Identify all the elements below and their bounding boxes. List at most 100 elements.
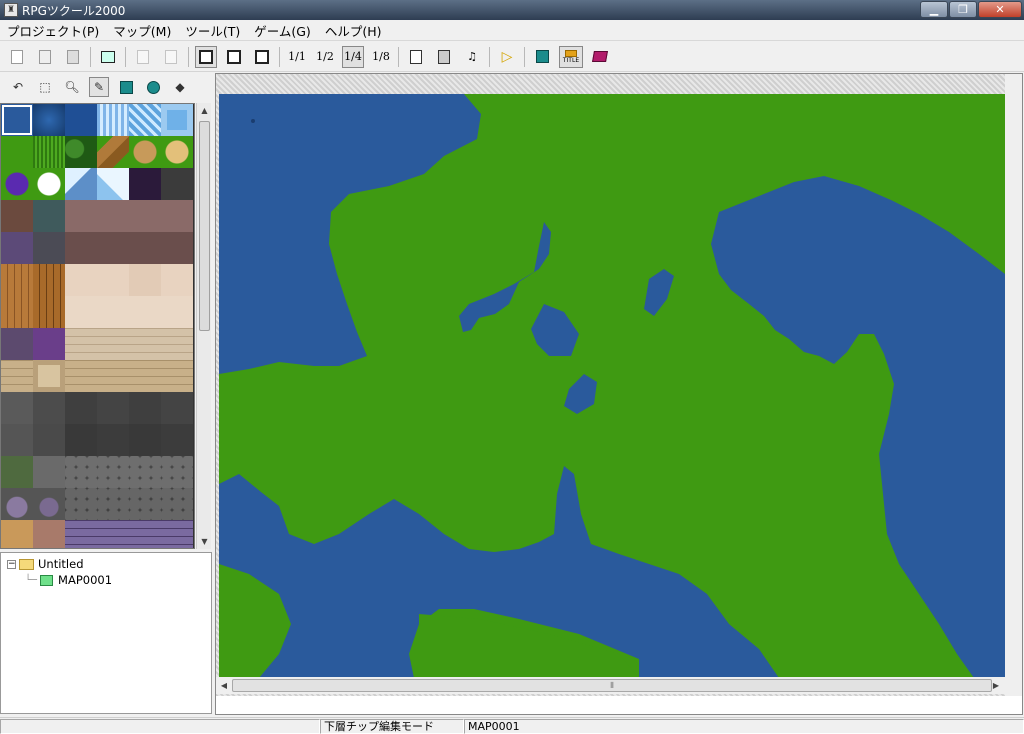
tile-grass[interactable]	[1, 136, 33, 168]
tile-carpet-2[interactable]	[97, 264, 129, 296]
tile-carpet-6[interactable]	[97, 296, 129, 328]
tile-cobblestone-2[interactable]	[97, 456, 129, 488]
tile-cobblestone-3[interactable]	[129, 456, 161, 488]
database-icon[interactable]	[405, 46, 427, 68]
zoom-1-4-button[interactable]: 1/4	[342, 45, 364, 68]
tile-cobble-pink-2[interactable]	[97, 200, 129, 232]
collapse-icon[interactable]: −	[7, 559, 16, 569]
map-horizontal-scrollbar[interactable]: ◀ ⦀ ▶	[216, 677, 1022, 694]
tile-cave-rock-3[interactable]	[129, 392, 161, 424]
tile-cobble-pink[interactable]	[65, 200, 97, 232]
tile-stone-block[interactable]	[65, 328, 97, 360]
tile-wood-3[interactable]	[33, 296, 65, 328]
tile-stone-block-2[interactable]	[97, 328, 129, 360]
tile-wood-door[interactable]	[33, 264, 65, 296]
menu-project[interactable]: プロジェクト(P)	[0, 21, 106, 40]
tile-carpet-4[interactable]	[161, 264, 193, 296]
tile-purple-brick-2[interactable]	[97, 520, 129, 548]
tile-pebbles[interactable]	[33, 456, 65, 488]
tile-cave-spikes[interactable]	[33, 392, 65, 424]
tile-hill[interactable]	[129, 136, 161, 168]
event-layer-icon[interactable]	[251, 46, 273, 68]
tile-ice-water[interactable]	[129, 104, 161, 136]
rectangle-icon[interactable]	[116, 77, 136, 97]
undo-icon[interactable]: ↶	[8, 77, 28, 97]
title-screen-button[interactable]: TITLE	[559, 45, 583, 68]
tile-cave-floor-2[interactable]	[1, 424, 33, 456]
upper-layer-icon[interactable]	[223, 46, 245, 68]
tile-purple-stone[interactable]	[1, 232, 33, 264]
new-project-icon[interactable]	[6, 46, 28, 68]
tile-flower-purple[interactable]	[1, 328, 33, 360]
tile-carpet-5[interactable]	[65, 296, 97, 328]
tile-purple-brick-4[interactable]	[161, 520, 193, 548]
tile-cave-spikes-2[interactable]	[33, 424, 65, 456]
tile-cobblestone-4[interactable]	[161, 456, 193, 488]
tile-cobble-dark-3[interactable]	[129, 232, 161, 264]
tile-cave-rock[interactable]	[65, 392, 97, 424]
music-icon[interactable]: ♫	[461, 46, 483, 68]
help-book-icon[interactable]	[589, 46, 611, 68]
tile-waterfall[interactable]	[97, 104, 129, 136]
tileset-scrollbar[interactable]: ▲ ▼	[196, 103, 211, 549]
tile-wood[interactable]	[1, 264, 33, 296]
tile-snow-mountain[interactable]	[65, 168, 97, 200]
tile-ice-peak[interactable]	[97, 168, 129, 200]
tile-sand-block[interactable]	[1, 360, 33, 392]
tile-cobblestone-5[interactable]	[65, 488, 97, 520]
save-icon[interactable]	[97, 46, 119, 68]
menu-game[interactable]: ゲーム(G)	[247, 21, 318, 40]
tile-pink-floor[interactable]	[33, 520, 65, 548]
tile-cave-rock-8[interactable]	[161, 424, 193, 456]
test-play-icon[interactable]: ▷	[496, 46, 518, 68]
tile-cave-rock-7[interactable]	[129, 424, 161, 456]
tile-carpet-8[interactable]	[161, 296, 193, 328]
tile-sand-hill[interactable]	[161, 136, 193, 168]
map-viewport[interactable]: ▲ ◀ ⦀ ▶	[216, 74, 1022, 696]
scroll-down-icon[interactable]: ▼	[197, 534, 212, 549]
tree-map-node[interactable]: └─ MAP0001	[1, 572, 211, 588]
map-canvas[interactable]	[219, 94, 1005, 678]
tile-flower-purple-2[interactable]	[33, 328, 65, 360]
tile-cobble-pink-4[interactable]	[161, 200, 193, 232]
tile-cobble-pink-3[interactable]	[129, 200, 161, 232]
map-vertical-scrollbar[interactable]: ▲	[1005, 74, 1022, 696]
menu-map[interactable]: マップ(M)	[106, 21, 178, 40]
tile-purple-brick[interactable]	[65, 520, 97, 548]
circle-icon[interactable]	[143, 77, 163, 97]
tile-sand-block-2[interactable]	[65, 360, 97, 392]
close-project-icon[interactable]	[62, 46, 84, 68]
tile-cobble-dark-4[interactable]	[161, 232, 193, 264]
tile-forest[interactable]	[65, 136, 97, 168]
menu-help[interactable]: ヘルプ(H)	[318, 21, 389, 40]
tile-cobblestone-7[interactable]	[129, 488, 161, 520]
tile-boulder[interactable]	[1, 488, 33, 520]
tree-project-node[interactable]: − Untitled	[1, 556, 211, 572]
map-scroll-right-icon[interactable]: ▶	[988, 678, 1004, 694]
tile-grey-stone[interactable]	[33, 232, 65, 264]
tile-sand-tile[interactable]	[33, 360, 65, 392]
minimize-button[interactable]: ▁	[920, 1, 948, 18]
tile-cobblestone-8[interactable]	[161, 488, 193, 520]
tile-cobble-dark-2[interactable]	[97, 232, 129, 264]
paste-icon[interactable]	[160, 46, 182, 68]
tile-wood-2[interactable]	[1, 296, 33, 328]
tile-water[interactable]	[1, 104, 33, 136]
tile-stone-block-4[interactable]	[161, 328, 193, 360]
tile-stone-block-3[interactable]	[129, 328, 161, 360]
tileset-scroll-thumb[interactable]	[199, 121, 210, 331]
tile-cave-rock-4[interactable]	[161, 392, 193, 424]
tile-carpet-3[interactable]	[129, 264, 161, 296]
tile-stone-wall[interactable]	[33, 200, 65, 232]
tile-poison[interactable]	[1, 168, 33, 200]
map-scroll-left-icon[interactable]: ◀	[216, 678, 232, 694]
tile-sand-block-5[interactable]	[161, 360, 193, 392]
tile-boulder-2[interactable]	[33, 488, 65, 520]
restore-button[interactable]: ❐	[949, 1, 977, 18]
zoom-icon[interactable]: 🔍︎	[62, 77, 82, 97]
tile-cave-rock-6[interactable]	[97, 424, 129, 456]
copy-icon[interactable]	[132, 46, 154, 68]
tile-mountain[interactable]	[97, 136, 129, 168]
fill-icon[interactable]: ◆	[170, 77, 190, 97]
zoom-1-1-button[interactable]: 1/1	[286, 46, 308, 68]
